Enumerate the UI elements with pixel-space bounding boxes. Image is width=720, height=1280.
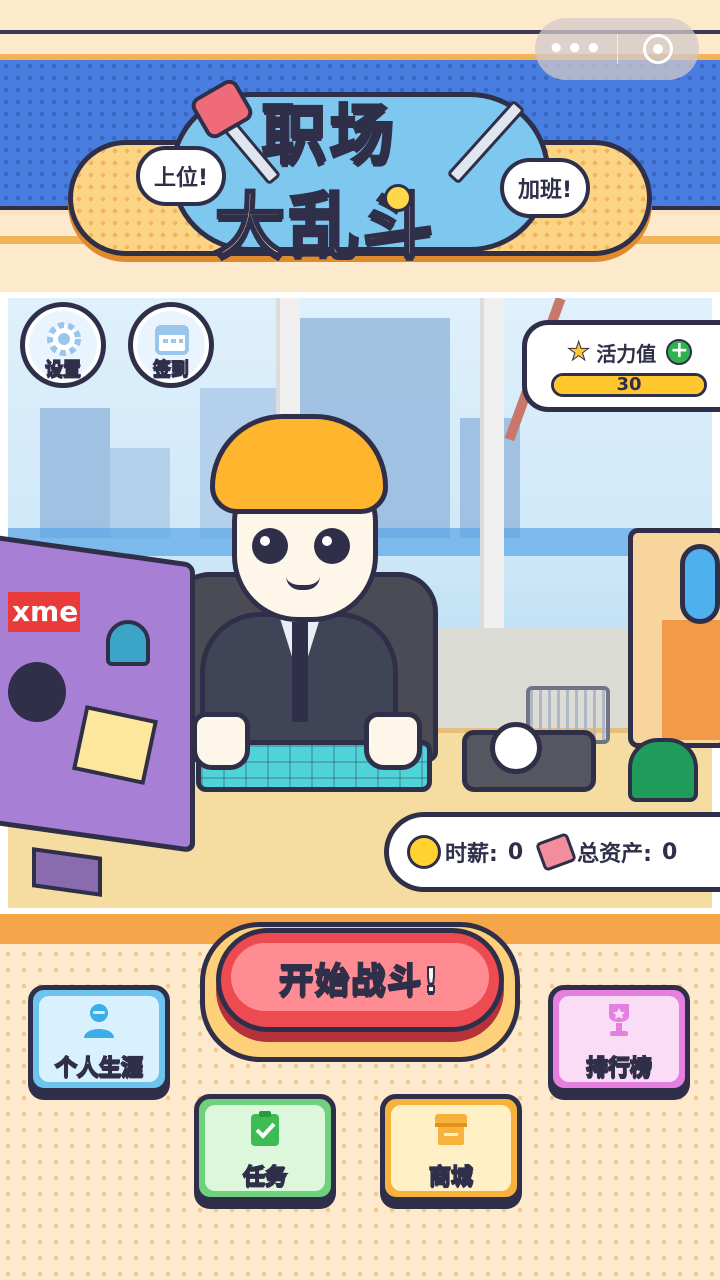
settings-button[interactable]: 设置 <box>20 302 106 388</box>
income-bar: 时薪: 0 总资产: 0 <box>384 812 720 892</box>
close-circle-icon[interactable] <box>618 34 700 64</box>
person-icon <box>84 1004 114 1038</box>
mouse <box>490 722 542 774</box>
building <box>40 408 110 538</box>
leaderboard-button[interactable]: 排行榜 <box>548 985 690 1093</box>
character-eye <box>252 528 288 564</box>
energy-card: ★ 活力值 + 30 <box>522 320 720 412</box>
notice-board-paper <box>662 620 720 740</box>
speech-bubble-left: 上位! <box>136 146 227 206</box>
calendar-icon <box>155 325 189 355</box>
coin-icon <box>384 184 412 212</box>
task-label: 任务 <box>242 1164 288 1191</box>
more-dots-icon[interactable]: ••• <box>535 34 617 64</box>
checkin-label: 签到 <box>153 359 190 381</box>
cash-icon <box>535 832 578 872</box>
star-icon: ★ <box>566 337 591 368</box>
checkin-button[interactable]: 签到 <box>128 302 214 388</box>
building <box>110 448 170 538</box>
coin-icon <box>407 835 441 869</box>
career-label: 个人生涯 <box>54 1055 144 1082</box>
speech-bubble-right: 加班! <box>500 158 591 218</box>
character-tie <box>292 622 308 722</box>
salary-value: 0 <box>507 839 524 865</box>
plus-icon[interactable]: + <box>666 339 693 365</box>
pen-cup <box>680 544 720 624</box>
energy-bar: 30 <box>551 373 707 397</box>
start-battle-button[interactable]: 开始战斗! <box>216 928 504 1032</box>
settings-label: 设置 <box>45 359 82 381</box>
shop-button[interactable]: 商城 <box>380 1094 522 1202</box>
start-battle-label: 开始战斗! <box>278 960 441 1002</box>
trophy-icon <box>609 1004 629 1036</box>
dinosaur-toy <box>628 738 698 802</box>
game-title-line1: 职场 <box>261 98 398 175</box>
window-pillar <box>480 298 504 640</box>
character-eye <box>314 528 350 564</box>
assets-label: 总资产: <box>577 842 652 867</box>
ghost-sticker <box>106 620 150 666</box>
mini-program-capsule: ••• <box>535 18 699 80</box>
energy-value: 30 <box>616 374 642 395</box>
clipboard-check-icon <box>251 1111 279 1146</box>
task-button[interactable]: 任务 <box>194 1094 336 1202</box>
character-hand <box>192 712 250 770</box>
leaderboard-label: 排行榜 <box>585 1055 653 1082</box>
energy-label: 活力值 <box>596 341 657 366</box>
blob-sticker <box>8 662 66 722</box>
character-hand <box>364 712 422 770</box>
monitor-label: xme <box>8 592 80 632</box>
career-button[interactable]: 个人生涯 <box>28 985 170 1093</box>
gear-icon <box>47 322 81 356</box>
assets-value: 0 <box>661 839 678 865</box>
shop-label: 商城 <box>428 1164 474 1191</box>
salary-label: 时薪: <box>445 842 498 867</box>
shop-icon <box>435 1114 467 1145</box>
